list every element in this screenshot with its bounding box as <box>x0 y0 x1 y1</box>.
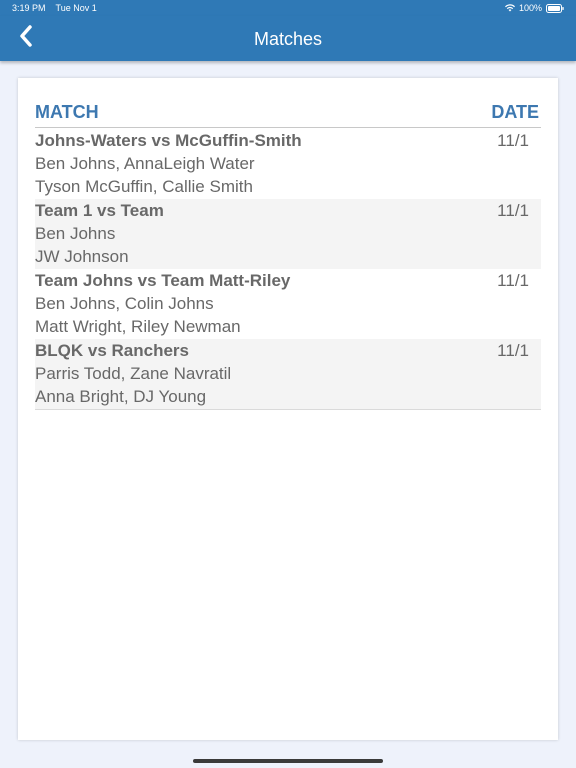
match-row[interactable]: BLQK vs Ranchers Parris Todd, Zane Navra… <box>35 339 541 409</box>
match-row[interactable]: Team 1 vs Team Ben Johns JW Johnson 11/1 <box>35 199 541 269</box>
match-date: 11/1 <box>497 341 529 360</box>
team-one-players: Ben Johns <box>35 224 116 243</box>
team-one-players: Ben Johns, Colin Johns <box>35 294 214 313</box>
home-indicator[interactable] <box>193 759 383 763</box>
status-time: 3:19 PM <box>12 3 46 13</box>
matches-card: MATCH DATE Johns-Waters vs McGuffin-Smit… <box>18 78 558 740</box>
match-date: 11/1 <box>497 271 529 290</box>
team-two-players: JW Johnson <box>35 247 129 266</box>
team-one-players: Parris Todd, Zane Navratil <box>35 364 232 383</box>
list-divider <box>35 409 541 410</box>
team-two-players: Matt Wright, Riley Newman <box>35 317 241 336</box>
status-bar: 3:19 PM Tue Nov 1 100% <box>0 0 576 16</box>
match-title: Team 1 vs Team <box>35 201 164 220</box>
team-two-players: Tyson McGuffin, Callie Smith <box>35 177 253 196</box>
match-title: Team Johns vs Team Matt-Riley <box>35 271 291 290</box>
page-title: Matches <box>253 29 323 49</box>
column-header-date: DATE <box>491 102 539 122</box>
team-two-players: Anna Bright, DJ Young <box>35 387 207 406</box>
wifi-icon <box>504 4 515 12</box>
status-date: Tue Nov 1 <box>55 3 97 13</box>
nav-bar: Matches <box>0 16 576 61</box>
battery-icon <box>546 3 564 13</box>
match-date: 11/1 <box>497 201 529 220</box>
match-title: BLQK vs Ranchers <box>35 341 189 360</box>
matches-list: Johns-Waters vs McGuffin-Smith Ben Johns… <box>35 129 541 410</box>
table-header: MATCH DATE <box>35 100 541 128</box>
column-header-match: MATCH <box>35 102 99 122</box>
team-one-players: Ben Johns, AnnaLeigh Water <box>35 154 255 173</box>
battery-percent: 100% <box>518 3 542 13</box>
match-row[interactable]: Johns-Waters vs McGuffin-Smith Ben Johns… <box>35 129 541 199</box>
match-date: 11/1 <box>497 131 529 150</box>
match-title: Johns-Waters vs McGuffin-Smith <box>35 131 302 150</box>
match-row[interactable]: Team Johns vs Team Matt-Riley Ben Johns,… <box>35 269 541 339</box>
